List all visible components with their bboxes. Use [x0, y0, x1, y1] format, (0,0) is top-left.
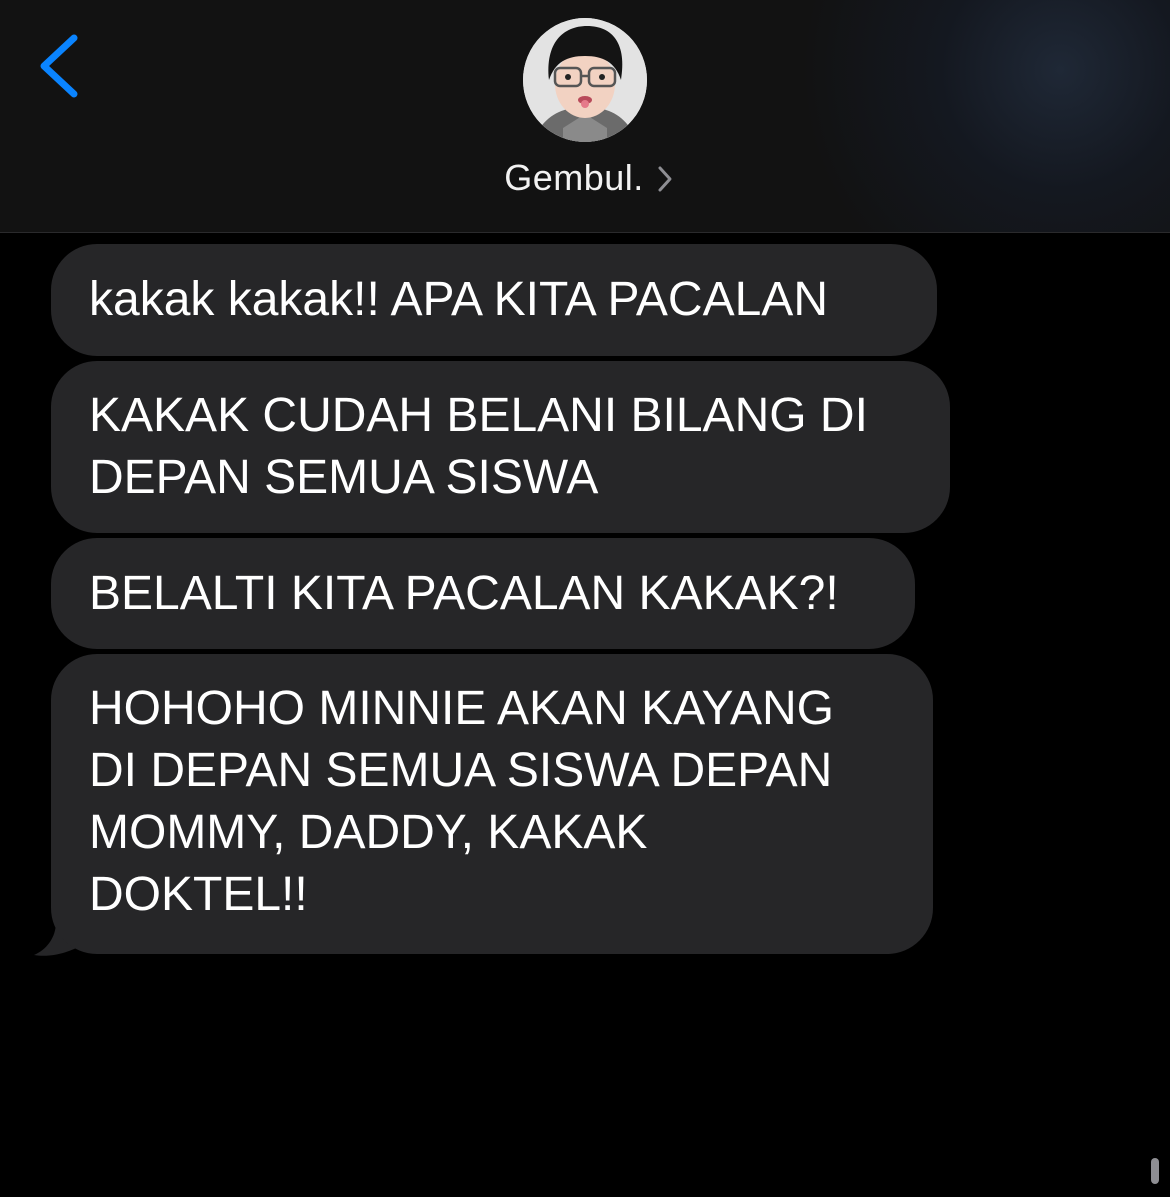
- message-text: kakak kakak!! APA KITA PACALAN: [89, 273, 828, 326]
- message-text-line: KAKAK CUDAH BELANI BILANG DI: [89, 389, 868, 442]
- chevron-right-icon: [658, 166, 672, 192]
- message-bubble[interactable]: KAKAK CUDAH BELANI BILANG DI DEPAN SEMUA…: [51, 361, 950, 533]
- contact-avatar[interactable]: [523, 18, 647, 142]
- contact-details-button[interactable]: Gembul.: [0, 150, 1170, 206]
- conversation-header: Gembul.: [0, 0, 1170, 233]
- contact-name: Gembul.: [504, 157, 644, 198]
- back-button[interactable]: [30, 28, 90, 108]
- chevron-left-icon: [40, 34, 78, 98]
- message-text-line: DEPAN SEMUA SISWA: [89, 451, 599, 504]
- message-bubble[interactable]: BELALTI KITA PACALAN KAKAK?!: [51, 538, 915, 649]
- message-text-line: HOHOHO MINNIE AKAN KAYANG: [89, 682, 835, 735]
- message-text-line: DI DEPAN SEMUA SISWA DEPAN: [89, 744, 833, 797]
- scroll-indicator[interactable]: [1151, 1158, 1159, 1184]
- message-text: BELALTI KITA PACALAN KAKAK?!: [89, 566, 839, 620]
- message-text-line: DOKTEL!!: [89, 868, 308, 921]
- message-text-line: MOMMY, DADDY, KAKAK: [89, 806, 648, 859]
- message-bubble[interactable]: kakak kakak!! APA KITA PACALAN: [51, 244, 937, 356]
- message-bubble[interactable]: HOHOHO MINNIE AKAN KAYANG DI DEPAN SEMUA…: [51, 654, 933, 954]
- avatar-photo: [523, 18, 647, 142]
